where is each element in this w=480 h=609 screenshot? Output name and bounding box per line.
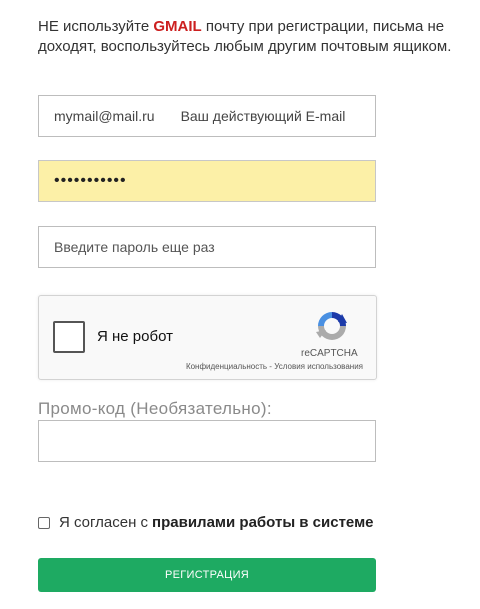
register-button[interactable]: Регистрация [38, 558, 376, 592]
password-field[interactable]: ••••••••••• [38, 160, 376, 202]
recaptcha-brand: reCAPTCHA [301, 348, 358, 359]
recaptcha-widget: Я не робот reCAPTCHA Конфиденциальность … [38, 295, 377, 380]
rules-link[interactable]: правилами работы в системе [152, 514, 373, 531]
recaptcha-checkbox[interactable] [53, 321, 85, 353]
email-field[interactable]: mymail@mail.ru Ваш действующий E-mail [38, 95, 376, 137]
notice-gmail: GMAIL [153, 18, 202, 35]
promo-label: Промо-код (Необязательно): [38, 399, 272, 418]
gmail-warning: НЕ используйте GMAIL почту при регистрац… [38, 17, 478, 56]
agree-checkbox[interactable] [38, 516, 50, 529]
notice-prefix: НЕ используйте [38, 18, 154, 35]
recaptcha-label: Я не робот [97, 328, 173, 345]
recaptcha-logo-icon [316, 312, 347, 340]
recaptcha-links[interactable]: Конфиденциальность - Условия использован… [186, 362, 363, 371]
agree-text: Я согласен с [59, 514, 149, 531]
promo-code-field[interactable] [38, 420, 376, 462]
confirm-password-field[interactable]: Введите пароль еще раз [38, 226, 376, 268]
confirm-password-placeholder: Введите пароль еще раз [54, 239, 215, 255]
agree-row: Я согласен с правилами работы в системе [38, 514, 374, 531]
registration-form: НЕ используйте GMAIL почту при регистрац… [0, 0, 480, 609]
email-placeholder: Ваш действующий E-mail [180, 108, 346, 124]
password-value: ••••••••••• [54, 172, 127, 189]
email-value: mymail@mail.ru [54, 108, 155, 124]
